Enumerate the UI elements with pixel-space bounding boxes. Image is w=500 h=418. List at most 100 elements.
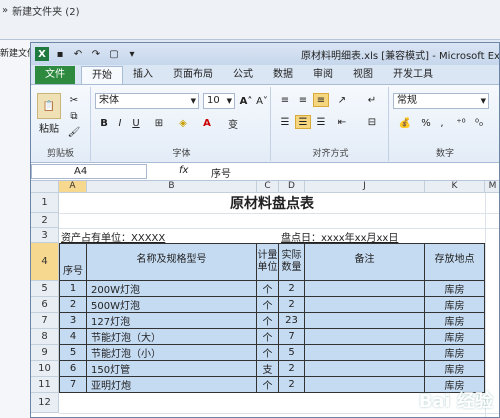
tab-review[interactable]: 审阅: [303, 66, 343, 84]
align-top-icon[interactable]: ≡: [277, 93, 293, 107]
cell-unit[interactable]: 个: [257, 345, 279, 361]
cell-unit[interactable]: 个: [257, 281, 279, 297]
date-cell[interactable]: 盘点日：xxxx年xx月xx日: [281, 229, 481, 244]
cell-name[interactable]: 亚明灯炮: [87, 377, 257, 393]
currency-icon[interactable]: 💰: [395, 115, 415, 131]
row-header[interactable]: 5: [31, 281, 59, 297]
cell-no[interactable]: 3: [60, 313, 87, 329]
column-header-m[interactable]: M: [485, 181, 499, 193]
cell-note[interactable]: [305, 361, 425, 377]
align-right-icon[interactable]: ☰: [313, 115, 329, 129]
tab-data[interactable]: 数据: [263, 66, 303, 84]
underline-icon[interactable]: U: [129, 115, 143, 131]
cell-name[interactable]: 节能灯泡（大）: [87, 329, 257, 345]
header-location[interactable]: 存放地点: [425, 244, 485, 281]
cell-location[interactable]: 库房: [425, 345, 485, 361]
fill-color-icon[interactable]: ◈: [173, 115, 193, 131]
header-unit[interactable]: 计量单位: [257, 244, 279, 281]
italic-icon[interactable]: I: [113, 115, 127, 131]
worksheet[interactable]: A B C D J K M 1 2 3 4 5 6 7 8 9 10 11 12…: [31, 181, 499, 417]
row-header[interactable]: 7: [31, 313, 59, 329]
wrap-text-icon[interactable]: ↵: [363, 93, 381, 107]
column-header-k[interactable]: K: [425, 181, 485, 193]
sheet-title[interactable]: 原材料盘点表: [59, 193, 485, 213]
format-painter-icon[interactable]: 🖌: [67, 125, 81, 139]
formula-input[interactable]: 序号: [211, 165, 231, 180]
header-qty[interactable]: 实际数量: [279, 244, 305, 281]
cell-no[interactable]: 2: [60, 297, 87, 313]
column-header-c[interactable]: C: [257, 181, 279, 193]
cell-note[interactable]: [305, 297, 425, 313]
orientation-icon[interactable]: ↗: [333, 93, 351, 107]
owner-cell[interactable]: 资产占有单位：XXXXX: [61, 229, 261, 244]
row-header[interactable]: 12: [31, 393, 59, 413]
cell-location[interactable]: 库房: [425, 329, 485, 345]
tab-developer[interactable]: 开发工具: [383, 66, 443, 84]
row-header[interactable]: 3: [31, 228, 59, 243]
cell-qty[interactable]: 2: [279, 297, 305, 313]
cell-note[interactable]: [305, 329, 425, 345]
column-header-j[interactable]: J: [305, 181, 425, 193]
cell-note[interactable]: [305, 377, 425, 393]
comma-button[interactable]: ,: [435, 115, 449, 131]
phonetic-icon[interactable]: 变: [223, 115, 243, 131]
cell-no[interactable]: 1: [60, 281, 87, 297]
font-color-icon[interactable]: A: [197, 115, 217, 131]
cell-name[interactable]: 127灯泡: [87, 313, 257, 329]
header-note[interactable]: 备注: [305, 244, 425, 281]
cell-unit[interactable]: 个: [257, 329, 279, 345]
row-header[interactable]: 8: [31, 329, 59, 345]
redo-icon[interactable]: ↷: [89, 47, 103, 61]
tab-file[interactable]: 文件: [35, 66, 75, 84]
font-name-select[interactable]: 宋体 ▼: [95, 93, 199, 109]
cell-qty[interactable]: 5: [279, 345, 305, 361]
cell-location[interactable]: 库房: [425, 297, 485, 313]
row-header[interactable]: 4: [31, 243, 59, 281]
excel-logo-icon[interactable]: X: [35, 47, 49, 61]
merge-center-icon[interactable]: ⊟: [363, 115, 381, 129]
cell-qty[interactable]: 2: [279, 281, 305, 297]
row-header[interactable]: 2: [31, 213, 59, 228]
tab-view[interactable]: 视图: [343, 66, 383, 84]
row-header[interactable]: 10: [31, 361, 59, 377]
breadcrumb[interactable]: » 新建文件夹 (2): [2, 3, 79, 18]
cell-no[interactable]: 7: [60, 377, 87, 393]
increase-decimal-icon[interactable]: ⁺⁰: [453, 115, 469, 131]
align-left-icon[interactable]: ☰: [277, 115, 293, 129]
tab-formulas[interactable]: 公式: [223, 66, 263, 84]
undo-icon[interactable]: ↶: [71, 47, 85, 61]
copy-icon[interactable]: ⧉: [67, 109, 81, 123]
cell-name[interactable]: 200W灯泡: [87, 281, 257, 297]
row-header[interactable]: 9: [31, 345, 59, 361]
cell-location[interactable]: 库房: [425, 361, 485, 377]
cell-unit[interactable]: 个: [257, 377, 279, 393]
cell-name[interactable]: 500W灯泡: [87, 297, 257, 313]
align-bottom-icon[interactable]: ≡: [313, 93, 329, 107]
cell-name[interactable]: 节能灯泡（小）: [87, 345, 257, 361]
font-size-select[interactable]: 10 ▼: [203, 93, 235, 109]
column-header-b[interactable]: B: [87, 181, 257, 193]
percent-button[interactable]: %: [419, 115, 433, 131]
cell-qty[interactable]: 23: [279, 313, 305, 329]
grow-font-icon[interactable]: A˄: [239, 93, 253, 109]
fx-icon[interactable]: fx: [179, 165, 188, 176]
cell-no[interactable]: 6: [60, 361, 87, 377]
indent-icon[interactable]: ⇤: [333, 115, 351, 129]
cut-icon[interactable]: ✂: [67, 93, 81, 107]
border-icon[interactable]: ⊞: [149, 115, 169, 131]
cell-unit[interactable]: 个: [257, 297, 279, 313]
number-format-select[interactable]: 常规 ▼: [393, 93, 489, 109]
cell-no[interactable]: 4: [60, 329, 87, 345]
tab-home[interactable]: 开始: [81, 66, 123, 84]
save-icon[interactable]: ▪: [53, 47, 67, 61]
cell-qty[interactable]: 2: [279, 377, 305, 393]
name-box[interactable]: A4: [31, 164, 147, 179]
row-header[interactable]: 11: [31, 377, 59, 393]
print-preview-icon[interactable]: ▢: [107, 47, 121, 61]
cell-qty[interactable]: 2: [279, 361, 305, 377]
cell-no[interactable]: 5: [60, 345, 87, 361]
cell-location[interactable]: 库房: [425, 313, 485, 329]
explorer-new-folder[interactable]: 新建文件: [0, 46, 30, 59]
row-header[interactable]: 1: [31, 193, 59, 213]
decrease-decimal-icon[interactable]: ⁰₀: [471, 115, 487, 131]
